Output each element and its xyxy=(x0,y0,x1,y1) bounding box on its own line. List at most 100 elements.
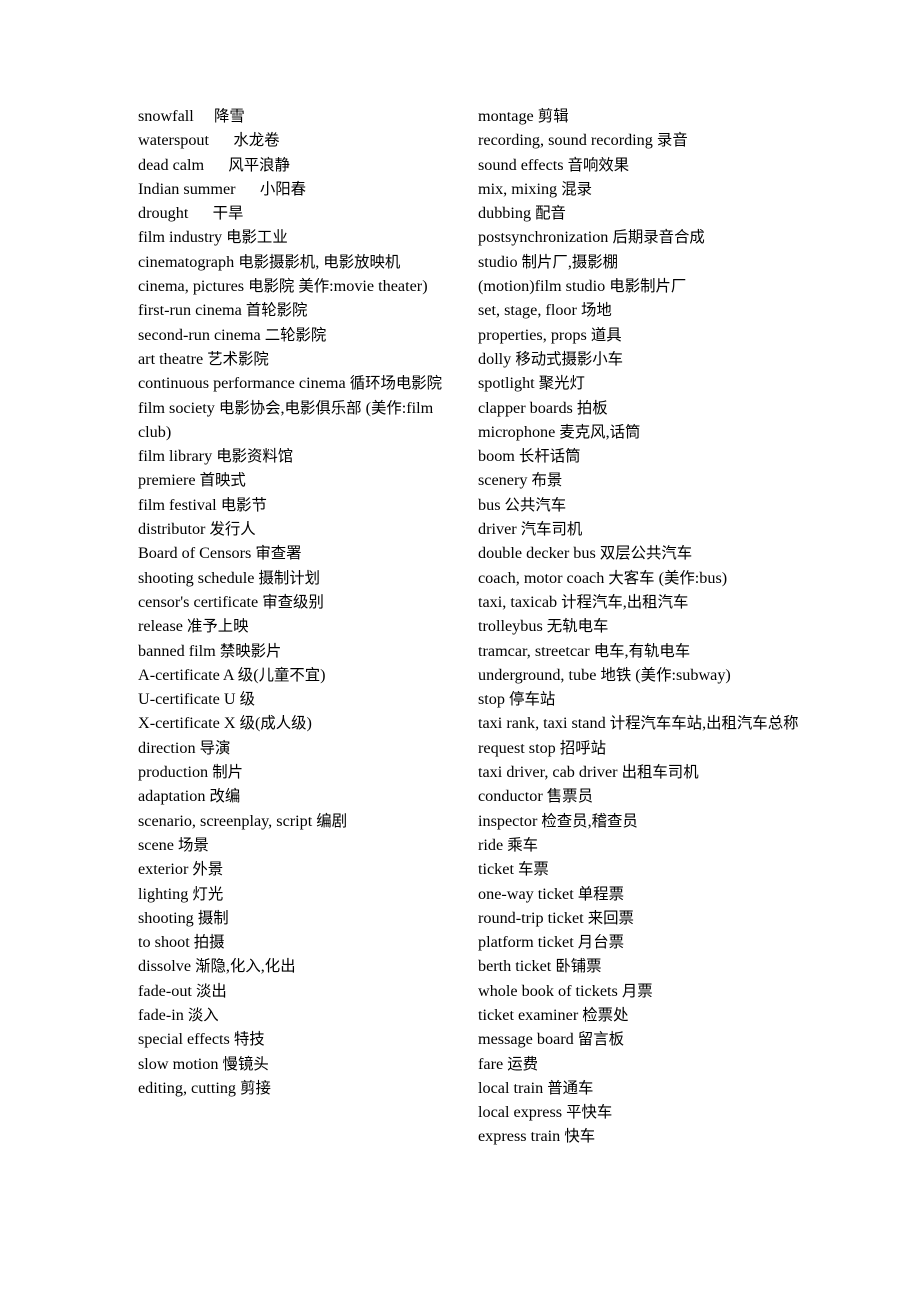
entry-chinese: 稽查员 xyxy=(591,811,638,830)
entry-chinese: 剪辑 xyxy=(537,107,569,125)
entry-english: set, stage, floor xyxy=(478,301,581,320)
entry-chinese: 淡入 xyxy=(187,1005,219,1024)
entry-chinese: 审查级别 xyxy=(262,592,324,611)
entry-english: driver xyxy=(478,520,521,539)
entry-chinese: 道具 xyxy=(590,325,622,344)
entry-chinese: 级 xyxy=(237,665,254,684)
entry-english: direction xyxy=(138,738,200,757)
entry-english: boom xyxy=(478,447,519,466)
entry-chinese: 化出 xyxy=(264,957,296,976)
entry-english: ( xyxy=(654,568,664,587)
glossary-entry: inspector 检查员,稽查员 xyxy=(478,809,806,833)
glossary-entry: local express 平快车 xyxy=(478,1100,806,1124)
entry-english: coach, motor coach xyxy=(478,568,609,587)
entry-english: bus xyxy=(478,495,505,514)
glossary-entry: conductor 售票员 xyxy=(478,784,806,808)
entry-english: underground, tube xyxy=(478,665,601,684)
entry-english: (motion)film studio xyxy=(478,277,610,296)
entry-english: clapper boards xyxy=(478,398,577,417)
glossary-entry: scenario, screenplay, script 编剧 xyxy=(138,809,466,833)
entry-english: shooting xyxy=(138,908,198,927)
entry-english: local train xyxy=(478,1078,548,1097)
glossary-entry: adaptation 改编 xyxy=(138,784,466,808)
glossary-entry: whole book of tickets 月票 xyxy=(478,979,806,1003)
entry-chinese: 聚光灯 xyxy=(538,374,585,393)
entry-chinese: 干旱 xyxy=(212,204,244,223)
entry-english: round-trip ticket xyxy=(478,908,588,927)
entry-chinese: 汽车司机 xyxy=(520,520,583,539)
entry-english: montage xyxy=(478,107,538,125)
entry-english: dead calm xyxy=(138,155,229,174)
entry-english: film library xyxy=(138,447,217,466)
glossary-entry: distributor 发行人 xyxy=(138,517,466,541)
entry-english: distributor xyxy=(138,520,210,539)
entry-chinese: 音响效果 xyxy=(567,155,630,174)
entry-chinese: 配音 xyxy=(535,204,566,223)
glossary-entry: recording, sound recording 录音 xyxy=(478,128,806,152)
glossary-entry: Board of Censors 审查署 xyxy=(138,541,466,565)
glossary-entry: shooting schedule 摄制计划 xyxy=(138,566,466,590)
entry-chinese: 后期录音合成 xyxy=(612,228,705,247)
entry-chinese: 摄影棚 xyxy=(571,252,619,271)
entry-english: cinematograph xyxy=(138,252,239,271)
entry-chinese: 双层公共汽车 xyxy=(599,544,693,563)
glossary-entry: taxi, taxicab 计程汽车,出租汽车 xyxy=(478,590,806,614)
glossary-entry: second-run cinema 二轮影院 xyxy=(138,323,466,347)
glossary-entry: ticket 车票 xyxy=(478,857,806,881)
entry-chinese: 渐隐 xyxy=(195,957,226,976)
entry-chinese: 淡出 xyxy=(195,981,227,1000)
entry-english: adaptation xyxy=(138,787,210,806)
glossary-entry: shooting 摄制 xyxy=(138,906,466,930)
right-column: montage 剪辑 recording, sound recording 录音 s… xyxy=(478,104,818,1149)
entry-chinese: 无轨电车 xyxy=(546,617,609,636)
glossary-entry: platform ticket 月台票 xyxy=(478,930,806,954)
entry-chinese: 电影协会 xyxy=(218,398,281,417)
glossary-entry: studio 制片厂,摄影棚 xyxy=(478,250,806,274)
glossary-entry: U-certificate U 级 xyxy=(138,687,466,711)
glossary-entry: film industry 电影工业 xyxy=(138,225,466,249)
entry-english: release xyxy=(138,617,187,636)
glossary-entry: ticket examiner 检票处 xyxy=(478,1003,806,1027)
entry-english: shooting schedule xyxy=(138,568,259,587)
entry-chinese: 公共汽车 xyxy=(504,495,567,514)
entry-chinese: 首映式 xyxy=(199,471,246,490)
entry-chinese: 检票处 xyxy=(582,1005,629,1024)
entry-english: waterspout xyxy=(138,131,234,150)
glossary-entry: taxi driver, cab driver 出租车司机 xyxy=(478,760,806,784)
glossary-entry: lighting 灯光 xyxy=(138,882,466,906)
glossary-entry: editing, cutting 剪接 xyxy=(138,1076,466,1100)
entry-english: ) xyxy=(320,665,326,684)
entry-chinese: 电车 xyxy=(593,641,625,660)
entry-english: inspector xyxy=(478,811,542,830)
entry-english: to shoot xyxy=(138,933,194,952)
entry-chinese: 地铁 xyxy=(600,665,632,684)
glossary-entry: continuous performance cinema 循环场电影院 xyxy=(138,371,466,395)
entry-chinese: 有轨电车 xyxy=(628,641,691,660)
entry-chinese: 普通车 xyxy=(547,1078,594,1097)
entry-english: art theatre xyxy=(138,349,208,368)
document-page: snowfall 降雪 waterspout 水龙卷 dead calm 风平浪静 I… xyxy=(0,0,920,1302)
entry-english: fade-out xyxy=(138,981,196,1000)
glossary-entry: dead calm 风平浪静 xyxy=(138,153,466,177)
entry-chinese: 编剧 xyxy=(316,811,348,830)
glossary-entry: mix, mixing 混录 xyxy=(478,177,806,201)
entry-english: taxi rank, taxi stand xyxy=(478,714,610,733)
glossary-entry: snowfall 降雪 xyxy=(138,104,466,128)
entry-english: ticket xyxy=(478,860,519,879)
glossary-entry: microphone 麦克风,话筒 xyxy=(478,420,806,444)
entry-chinese: 电影节 xyxy=(220,495,267,514)
entry-chinese: 计程汽车车站 xyxy=(609,714,703,733)
entry-chinese: 车票 xyxy=(518,860,549,879)
entry-chinese: 售票员 xyxy=(546,787,593,806)
entry-english: berth ticket xyxy=(478,957,556,976)
glossary-entry: (motion)film studio 电影制片厂 xyxy=(478,274,806,298)
glossary-entry: production 制片 xyxy=(138,760,466,784)
entry-english: dubbing xyxy=(478,204,536,223)
entry-chinese: 出租汽车 xyxy=(626,592,689,611)
glossary-entry: dubbing 配音 xyxy=(478,201,806,225)
entry-chinese: 长杆话筒 xyxy=(518,447,581,466)
entry-chinese: 电影制片厂 xyxy=(609,277,687,296)
entry-chinese: 化入 xyxy=(229,957,261,976)
glossary-entry: taxi rank, taxi stand 计程汽车车站,出租汽车总称 xyxy=(478,711,806,735)
entry-chinese: 场景 xyxy=(178,835,209,854)
